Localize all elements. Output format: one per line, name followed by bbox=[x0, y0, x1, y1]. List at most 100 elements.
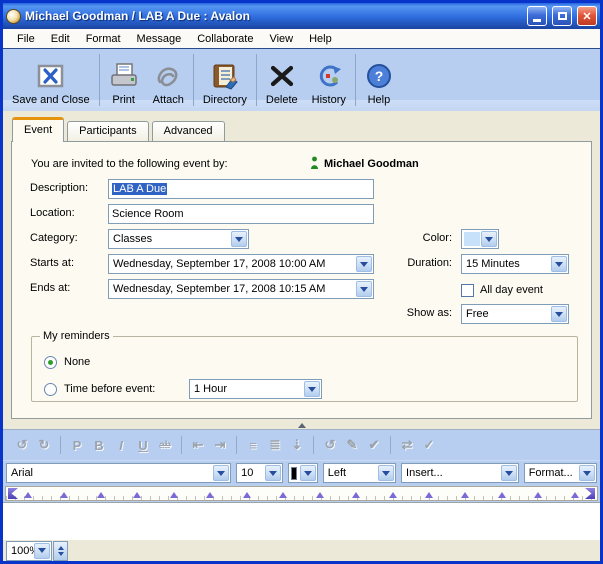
zoom-select[interactable]: 100% bbox=[6, 541, 52, 561]
description-input[interactable]: LAB A Due bbox=[108, 179, 374, 199]
tab-stop-icon[interactable] bbox=[206, 492, 214, 498]
help-button[interactable]: ? Help bbox=[358, 51, 400, 109]
approve-icon[interactable]: ✔ bbox=[363, 437, 385, 453]
print-icon bbox=[109, 60, 139, 92]
print-button[interactable]: Print bbox=[102, 51, 146, 109]
minimize-button[interactable] bbox=[527, 6, 547, 26]
toolbar-separator bbox=[236, 436, 237, 454]
tab-stop-icon[interactable] bbox=[389, 492, 397, 498]
location-input[interactable]: Science Room bbox=[108, 204, 374, 224]
save-close-icon bbox=[37, 60, 64, 92]
zoom-stepper[interactable] bbox=[53, 541, 68, 561]
close-button[interactable]: ✕ bbox=[577, 6, 597, 26]
chevron-down-icon bbox=[304, 381, 320, 397]
formatting-toolbar: ↺ ↻ P B I U ab ⇤ ⇥ ≡ ≣ ⇣ ↺ ✎ ✔ ⇄ ✓ bbox=[3, 430, 600, 460]
tab-stop-icon[interactable] bbox=[279, 492, 287, 498]
duration-select[interactable]: 15 Minutes bbox=[461, 254, 569, 274]
right-margin-marker[interactable] bbox=[585, 488, 595, 499]
maximize-button[interactable] bbox=[552, 6, 572, 26]
window-title: Michael Goodman / LAB A Due : Avalon bbox=[25, 9, 522, 23]
attach-button[interactable]: Attach bbox=[146, 51, 191, 109]
redo-icon[interactable]: ↻ bbox=[33, 437, 55, 453]
color-select[interactable] bbox=[461, 229, 499, 249]
my-reminders-group: My reminders None Time before event: 1 H… bbox=[31, 330, 578, 402]
reminder-time-select[interactable]: 1 Hour bbox=[189, 379, 322, 399]
message-body[interactable] bbox=[3, 502, 600, 539]
tab-stop-icon[interactable] bbox=[133, 492, 141, 498]
tab-stop-icon[interactable] bbox=[425, 492, 433, 498]
tab-stop-icon[interactable] bbox=[498, 492, 506, 498]
chevron-down-icon bbox=[378, 465, 394, 481]
paragraph-icon[interactable]: P bbox=[66, 438, 88, 453]
alignment-value: Left bbox=[328, 467, 346, 479]
ends-at-select[interactable]: Wednesday, September 17, 2008 10:15 AM bbox=[108, 279, 374, 299]
strikethrough-icon[interactable]: ab bbox=[154, 440, 176, 451]
outdent-icon[interactable]: ⇤ bbox=[187, 437, 209, 453]
pen-icon[interactable]: ✎ bbox=[341, 437, 363, 453]
spin-up-icon bbox=[58, 546, 64, 550]
tab-stop-icon[interactable] bbox=[571, 492, 579, 498]
italic-icon[interactable]: I bbox=[110, 438, 132, 453]
left-margin-marker[interactable] bbox=[8, 488, 18, 499]
show-as-select[interactable]: Free bbox=[461, 304, 569, 324]
format-select[interactable]: Format... bbox=[524, 463, 597, 483]
tab-stop-icon[interactable] bbox=[316, 492, 324, 498]
starts-at-select[interactable]: Wednesday, September 17, 2008 10:00 AM bbox=[108, 254, 374, 274]
history-icon bbox=[314, 60, 344, 92]
color-label: Color: bbox=[374, 232, 452, 244]
menu-format[interactable]: Format bbox=[78, 31, 129, 47]
move-down-icon[interactable]: ⇣ bbox=[286, 437, 308, 453]
delete-button[interactable]: Delete bbox=[259, 51, 305, 109]
replace-icon[interactable]: ⇄ bbox=[396, 437, 418, 453]
tab-stop-icon[interactable] bbox=[352, 492, 360, 498]
font-family-select[interactable]: Arial bbox=[6, 463, 231, 483]
spellcheck-icon[interactable]: ✓ bbox=[418, 437, 440, 453]
menu-collaborate[interactable]: Collaborate bbox=[189, 31, 261, 47]
history-button[interactable]: History bbox=[305, 51, 353, 109]
tab-stop-icon[interactable] bbox=[461, 492, 469, 498]
pane-splitter[interactable] bbox=[3, 421, 600, 430]
tab-stop-icon[interactable] bbox=[534, 492, 542, 498]
description-label: Description: bbox=[30, 182, 110, 194]
menu-edit[interactable]: Edit bbox=[43, 31, 78, 47]
all-day-checkbox[interactable] bbox=[461, 284, 474, 297]
description-value: LAB A Due bbox=[112, 183, 167, 195]
all-day-label: All day event bbox=[480, 284, 543, 296]
tab-stop-icon[interactable] bbox=[24, 492, 32, 498]
insert-select[interactable]: Insert... bbox=[401, 463, 519, 483]
tab-stop-icon[interactable] bbox=[170, 492, 178, 498]
ruler[interactable] bbox=[5, 486, 598, 501]
tab-stop-icon[interactable] bbox=[97, 492, 105, 498]
show-as-label: Show as: bbox=[374, 307, 452, 319]
undo-icon[interactable]: ↺ bbox=[11, 437, 33, 453]
category-select[interactable]: Classes bbox=[108, 229, 249, 249]
line-spacing-icon[interactable]: ≡ bbox=[242, 438, 264, 453]
tab-stop-icon[interactable] bbox=[243, 492, 251, 498]
bold-icon[interactable]: B bbox=[88, 438, 110, 453]
tab-advanced[interactable]: Advanced bbox=[152, 121, 225, 141]
font-size-select[interactable]: 10 bbox=[236, 463, 283, 483]
menu-message[interactable]: Message bbox=[129, 31, 190, 47]
menu-file[interactable]: File bbox=[9, 31, 43, 47]
directory-button[interactable]: Directory bbox=[196, 51, 254, 109]
underline-icon[interactable]: U bbox=[132, 438, 154, 453]
reminder-none-radio[interactable] bbox=[44, 356, 57, 369]
reminder-time-radio[interactable] bbox=[44, 383, 57, 396]
insert-value: Insert... bbox=[406, 467, 443, 479]
text-color-select[interactable] bbox=[288, 463, 318, 483]
toolbar-separator bbox=[99, 54, 100, 106]
chevron-down-icon bbox=[265, 465, 281, 481]
tab-event[interactable]: Event bbox=[12, 117, 64, 142]
tab-participants[interactable]: Participants bbox=[67, 121, 148, 141]
revert-icon[interactable]: ↺ bbox=[319, 437, 341, 453]
menu-view[interactable]: View bbox=[261, 31, 301, 47]
menu-help[interactable]: Help bbox=[301, 31, 340, 47]
alignment-select[interactable]: Left bbox=[323, 463, 396, 483]
indent-icon[interactable]: ⇥ bbox=[209, 437, 231, 453]
save-and-close-button[interactable]: Save and Close bbox=[5, 51, 97, 109]
tab-stop-icon[interactable] bbox=[60, 492, 68, 498]
paragraph-spacing-icon[interactable]: ≣ bbox=[264, 437, 286, 453]
tab-zone: Event Participants Advanced You are invi… bbox=[3, 111, 600, 421]
menu-bar: File Edit Format Message Collaborate Vie… bbox=[3, 29, 600, 49]
delete-icon bbox=[268, 60, 296, 92]
